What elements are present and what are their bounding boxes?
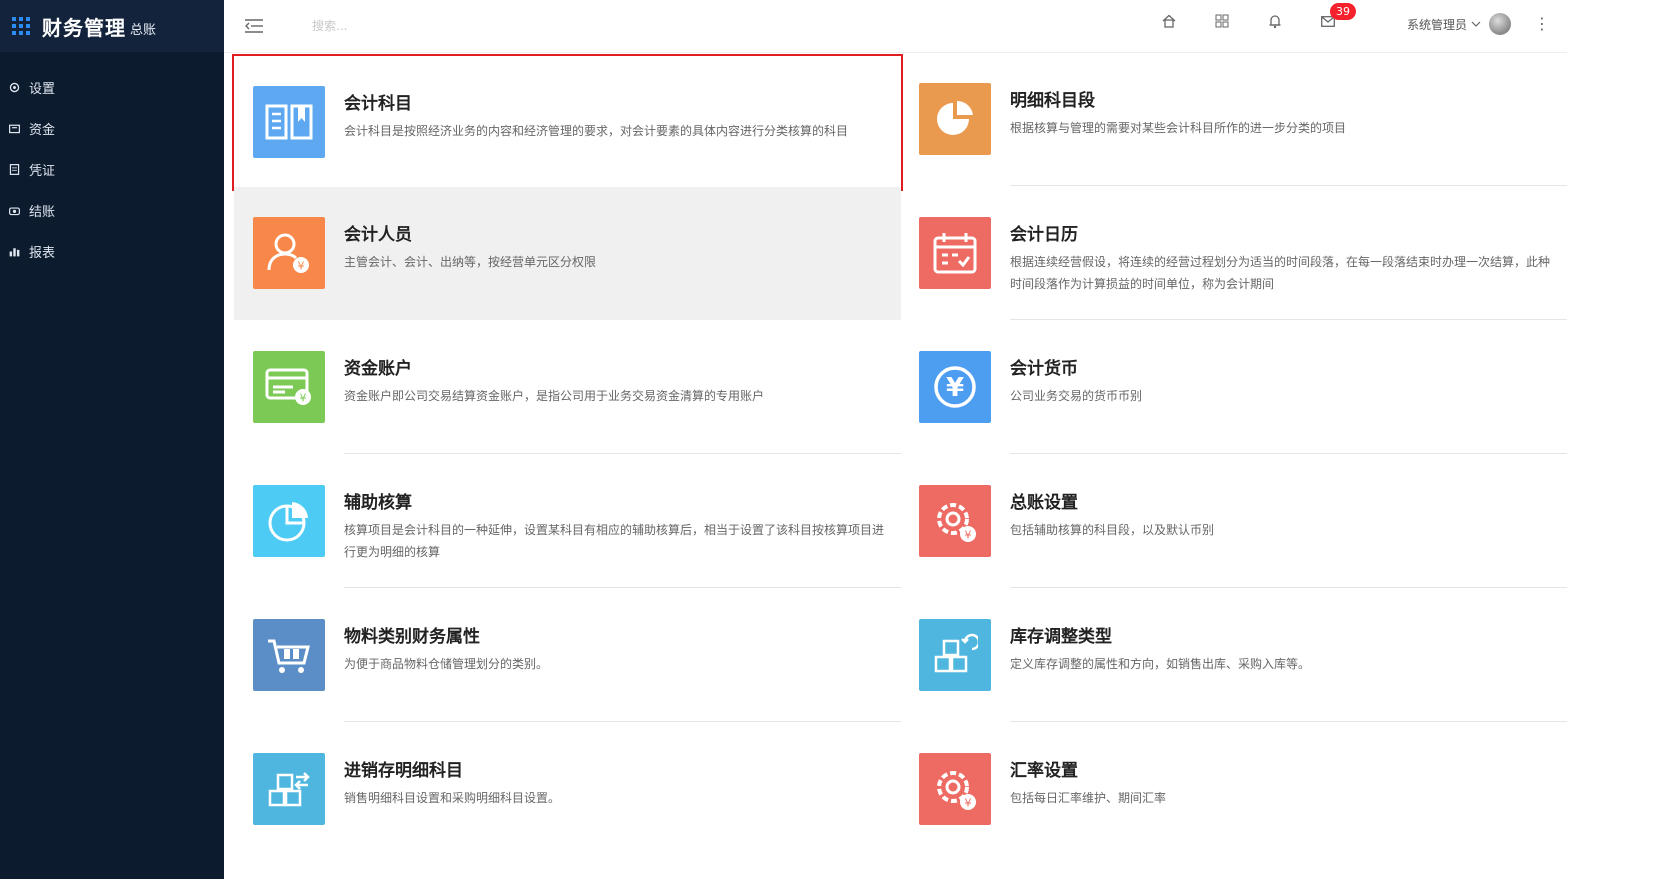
card-title: 会计货币 (1010, 359, 1078, 379)
sidebar-item-label: 设置 (29, 82, 56, 97)
funds-icon (9, 124, 20, 134)
boxes-arrow-icon (253, 753, 325, 825)
app-title: 财务管理 (42, 15, 126, 40)
card-title: 辅助核算 (344, 493, 412, 513)
svg-text:¥: ¥ (298, 260, 305, 273)
card-accounting-calendar[interactable]: 会计日历 根据连续经营假设，将连续的经营过程划分为适当的时间段落，在每一段落结束… (900, 187, 1567, 320)
card-title: 物料类别财务属性 (344, 627, 480, 647)
mail-badge: 39 (1330, 3, 1356, 20)
sidebar-item-voucher[interactable]: 凭证 (0, 149, 224, 190)
sidebar-item-label: 资金 (29, 123, 56, 138)
app-subtitle: 总账 (130, 23, 157, 38)
card-description: 会计科目是按照经济业务的内容和经济管理的要求，对会计要素的具体内容进行分类核算的… (344, 124, 849, 138)
voucher-icon (9, 164, 20, 175)
card-title: 汇率设置 (1010, 761, 1078, 781)
gear-yen-icon: ¥ (919, 485, 991, 557)
pie-chart-icon (253, 485, 325, 557)
svg-text:¥: ¥ (946, 373, 964, 403)
card-accounting-staff[interactable]: ¥ 会计人员 主管会计、会计、出纳等，按经营单元区分权限 (234, 187, 901, 320)
checkout-icon (9, 207, 20, 216)
yen-icon: ¥ (919, 351, 991, 423)
card-description: 核算项目是会计科目的一种延伸，设置某科目有相应的辅助核算后，相当于设置了该科目按… (344, 523, 885, 559)
svg-text:¥: ¥ (965, 529, 972, 542)
sidebar-item-label: 凭证 (29, 164, 56, 179)
report-icon (9, 248, 20, 257)
card-ledger-settings[interactable]: ¥ 总账设置 包括辅助核算的科目段，以及默认币别 (900, 455, 1567, 588)
home-icon[interactable] (1160, 12, 1178, 30)
card-inventory-detail-subjects[interactable]: 进销存明细科目 销售明细科目设置和采购明细科目设置。 (234, 723, 901, 856)
cart-icon (253, 619, 325, 691)
book-icon (253, 86, 325, 158)
user-menu[interactable]: 系统管理员 (1407, 13, 1512, 35)
sidebar-item-settings[interactable]: 设置 (0, 67, 224, 108)
card-auxiliary-accounting[interactable]: 辅助核算 核算项目是会计科目的一种延伸，设置某科目有相应的辅助核算后，相当于设置… (234, 455, 901, 588)
app-grid-icon[interactable] (12, 17, 30, 35)
calendar-icon (919, 217, 991, 289)
divider (1010, 319, 1567, 320)
card-title: 会计科目 (344, 94, 412, 114)
card-description: 为便于商品物料仓储管理划分的类别。 (344, 657, 549, 671)
card-description: 根据连续经营假设，将连续的经营过程划分为适当的时间段落，在每一段落结束时办理一次… (1010, 255, 1551, 291)
account-card-icon: ¥ (253, 351, 325, 423)
card-material-category[interactable]: 物料类别财务属性 为便于商品物料仓储管理划分的类别。 (234, 589, 901, 722)
sidebar-item-funds[interactable]: 资金 (0, 108, 224, 149)
card-description: 销售明细科目设置和采购明细科目设置。 (344, 791, 561, 805)
svg-text:¥: ¥ (300, 392, 307, 405)
top-header: 39 系统管理员 ⋮ (224, 0, 1567, 53)
card-description: 包括每日汇率维护、期间汇率 (1010, 791, 1167, 805)
avatar[interactable] (1489, 13, 1512, 35)
card-title: 明细科目段 (1010, 91, 1095, 111)
page-margin (1567, 0, 1674, 879)
card-fund-account[interactable]: ¥ 资金账户 资金账户即公司交易结算资金账户，是指公司用于业务交易资金清算的专用… (234, 321, 901, 454)
card-description: 定义库存调整的属性和方向，如销售出库、采购入库等。 (1010, 657, 1311, 671)
sidebar-nav: 设置 资金 凭证 结账 报表 (0, 67, 224, 272)
card-description: 主管会计、会计、出纳等，按经营单元区分权限 (344, 255, 597, 269)
card-description: 根据核算与管理的需要对某些会计科目所作的进一步分类的项目 (1010, 121, 1347, 135)
sidebar-item-report[interactable]: 报表 (0, 231, 224, 272)
sidebar: 财务管理 总账 设置 资金 凭证 结账 报表 (0, 0, 224, 879)
more-vertical-icon[interactable]: ⋮ (1534, 14, 1550, 33)
divider (344, 721, 901, 722)
card-title: 进销存明细科目 (344, 761, 463, 781)
user-name: 系统管理员 (1407, 17, 1468, 32)
pie-chart-icon (919, 83, 991, 155)
mail-icon[interactable]: 39 (1319, 3, 1356, 30)
brand: 财务管理 总账 (0, 0, 224, 52)
divider (1010, 453, 1567, 454)
chevron-down-icon (1471, 21, 1481, 27)
card-description: 资金账户即公司交易结算资金账户，是指公司用于业务交易资金清算的专用账户 (344, 389, 765, 403)
divider (344, 453, 901, 454)
gear-icon (9, 82, 20, 93)
card-detail-segment[interactable]: 明细科目段 根据核算与管理的需要对某些会计科目所作的进一步分类的项目 (900, 53, 1567, 186)
divider (1010, 721, 1567, 722)
menu-collapse-icon[interactable] (244, 16, 264, 36)
card-inventory-adjustment[interactable]: 库存调整类型 定义库存调整的属性和方向，如销售出库、采购入库等。 (900, 589, 1567, 722)
bell-icon[interactable] (1266, 12, 1284, 30)
card-accounting-subjects[interactable]: 会计科目 会计科目是按照经济业务的内容和经济管理的要求，对会计要素的具体内容进行… (232, 54, 903, 191)
sidebar-item-checkout[interactable]: 结账 (0, 190, 224, 231)
card-title: 库存调整类型 (1010, 627, 1112, 647)
apps-icon[interactable] (1213, 12, 1231, 30)
sidebar-item-label: 报表 (29, 246, 56, 261)
divider (1010, 185, 1567, 186)
card-exchange-rate[interactable]: ¥ 汇率设置 包括每日汇率维护、期间汇率 (900, 723, 1567, 856)
divider (1010, 587, 1567, 588)
card-description: 公司业务交易的货币币别 (1010, 389, 1143, 403)
sidebar-item-label: 结账 (29, 205, 56, 220)
card-title: 资金账户 (344, 359, 412, 379)
header-icons: 39 (1160, 3, 1372, 30)
divider (344, 587, 901, 588)
card-title: 会计人员 (344, 225, 412, 245)
gear-yen-icon: ¥ (919, 753, 991, 825)
search-input[interactable] (310, 12, 614, 40)
settings-grid: 会计科目 会计科目是按照经济业务的内容和经济管理的要求，对会计要素的具体内容进行… (224, 53, 1567, 879)
svg-text:¥: ¥ (965, 797, 972, 810)
card-description: 包括辅助核算的科目段，以及默认币别 (1010, 523, 1215, 537)
card-accounting-currency[interactable]: ¥ 会计货币 公司业务交易的货币币别 (900, 321, 1567, 454)
boxes-icon (919, 619, 991, 691)
card-title: 总账设置 (1010, 493, 1078, 513)
accountant-icon: ¥ (253, 217, 325, 289)
card-title: 会计日历 (1010, 225, 1078, 245)
